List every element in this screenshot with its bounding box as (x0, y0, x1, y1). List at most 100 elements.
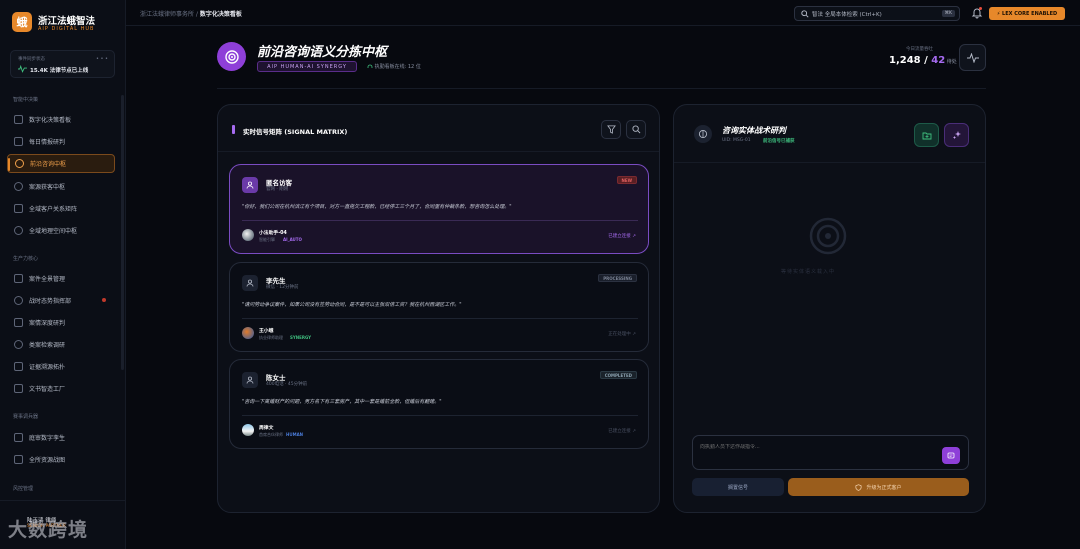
breadcrumb-current: 数字化决策看板 (199, 11, 242, 18)
sidebar-item-label: 案情深度研判 (29, 320, 66, 327)
notification-dot (979, 7, 982, 10)
global-search[interactable]: 智法 全局本体检索 (Ctrl+K) ⌘K (794, 6, 960, 21)
globe-icon (14, 226, 23, 235)
send-button[interactable] (942, 447, 960, 464)
sidebar-item-case-analysis[interactable]: 案情深度研判 (7, 313, 115, 332)
status-badge: COMPLETED (599, 371, 637, 379)
capture-status: 前沿信号已捕获 (763, 139, 795, 144)
sync-dots: • • • (95, 56, 108, 62)
sidebar-item-cases[interactable]: 案件全景管理 (7, 269, 115, 288)
radar-icon (14, 182, 23, 191)
sidebar-item-label: 全域客户关系矩阵 (29, 206, 78, 213)
clipboard-icon (14, 274, 23, 283)
entity-uid: UID: MSG-01 (722, 138, 751, 143)
shelve-signal-button[interactable]: 搁置信号 (692, 478, 784, 496)
brand-subtitle: AIP DIGITAL HUB (38, 26, 95, 32)
agent-role: 首席合伙律师 (259, 432, 283, 437)
agent-tag: HUMAN (286, 432, 304, 437)
signal-matrix-title: 实时信号矩阵 (SIGNAL MATRIX) (243, 128, 348, 136)
ai-sparkle-button[interactable] (944, 123, 969, 147)
strategy-title: 咨询实体战术研判 (722, 126, 786, 135)
avatar (242, 424, 254, 436)
connection-link[interactable]: 正在处理中 ↗ (608, 331, 636, 337)
lightning-icon (14, 318, 23, 327)
avatar (242, 327, 254, 339)
user-icon (242, 177, 258, 193)
traffic-main: 1,248 (889, 55, 921, 66)
sidebar-scrollbar[interactable] (121, 95, 124, 370)
sidebar-item-label: 每日情报研判 (29, 139, 66, 146)
header-divider (217, 88, 986, 89)
message-icon (947, 452, 955, 458)
brain-icon (694, 125, 712, 143)
sidebar-item-label: 全所资源战图 (29, 457, 66, 464)
agent-name: 王小蛾 (259, 329, 274, 334)
breadcrumb: 浙江法蛾律师事务所 / 数字化决策看板 (140, 9, 242, 18)
shield-icon (14, 204, 23, 213)
search-input[interactable]: 智法 全局本体检索 (Ctrl+K) (812, 10, 882, 18)
sidebar-item-evidence[interactable]: 证据溯源拓扑 (7, 357, 115, 376)
folder-plus-icon (922, 132, 931, 139)
sidebar: 蛾 浙江法蛾智法 AIP DIGITAL HUB 事件同步状态 • • • 15… (0, 0, 126, 549)
sidebar-item-label: 类案检索调研 (29, 342, 66, 349)
card-divider (242, 415, 638, 416)
activity-button[interactable] (959, 44, 986, 71)
card-divider (242, 318, 638, 319)
traffic-value: 1,248 / 42 待处 (889, 55, 957, 66)
core-enabled-badge[interactable]: ⚡ LEX CORE ENABLED (989, 7, 1065, 20)
synergy-badge: AIP HUMAN-AI SYNERGY (257, 61, 357, 72)
shield-check-icon (856, 483, 862, 491)
target-icon (15, 159, 24, 168)
sync-status-card: 事件同步状态 • • • 15.4K 法律节点已上线 (10, 50, 115, 78)
sidebar-item-trial-twin[interactable]: 庭审数字孪生 (7, 428, 115, 447)
connection-link[interactable]: 已建立连接 ↗ (608, 233, 636, 239)
sidebar-item-case-search[interactable]: 类案检索调研 (7, 335, 115, 354)
agent-role: 智能引擎 (259, 237, 275, 242)
sync-label: 事件同步状态 (18, 57, 45, 62)
search-button[interactable] (626, 120, 646, 139)
document-icon (14, 384, 23, 393)
command-input-box[interactable] (692, 435, 969, 470)
search-icon (631, 125, 640, 134)
command-input[interactable] (700, 444, 940, 450)
agent-tag: SYNERGY (290, 335, 312, 340)
sidebar-item-doc-factory[interactable]: 文书智造工厂 (7, 379, 115, 398)
message-quote: "你好，我们公司在杭州滨江有个项目，对方一直拖欠工程款，已经停工三个月了，合同里… (242, 204, 512, 210)
signal-card[interactable]: 李先生 微信 · 12分钟前 PROCESSING "请问劳动争议案件，如果公司… (229, 262, 649, 352)
traffic-pending: 42 (931, 55, 946, 66)
connection-link[interactable]: 已建立连接 ↗ (608, 428, 636, 434)
breadcrumb-parent[interactable]: 浙江法蛾律师事务所 / (140, 11, 198, 18)
sidebar-item-consult-hub[interactable]: 前沿咨询中枢 (7, 154, 115, 173)
sidebar-item-crm[interactable]: 全域客户关系矩阵 (7, 199, 115, 218)
visitor-meta: 400电话 · 45分钟前 (266, 382, 308, 387)
sidebar-item-daily-intel[interactable]: 每日情报研判 (7, 132, 115, 151)
avatar (242, 229, 254, 241)
agent-name: 周律文 (259, 426, 274, 431)
sparkle-icon (952, 131, 961, 139)
alert-dot (102, 298, 106, 302)
archive-button[interactable] (914, 123, 939, 147)
section-label-decision: 智能中决策 (13, 97, 39, 103)
brand[interactable]: 蛾 浙江法蛾智法 AIP DIGITAL HUB (12, 12, 122, 38)
user-icon (242, 275, 258, 291)
upgrade-label: 升级为正式客户 (866, 484, 902, 491)
headset-icon (367, 64, 373, 68)
upgrade-client-button[interactable]: 升级为正式客户 (788, 478, 969, 496)
agent-role: 执业律师助理 (259, 335, 283, 340)
sidebar-item-label: 战时态势指挥部 (29, 298, 72, 305)
signal-card[interactable]: 陈女士 400电话 · 45分钟前 COMPLETED "咨询一下离婚财产的问题… (229, 359, 649, 449)
sidebar-item-dashboard[interactable]: 数字化决策看板 (7, 110, 115, 129)
sidebar-item-geo[interactable]: 全域地理空间中枢 (7, 221, 115, 240)
strategy-panel: 咨询实体战术研判 UID: MSG-01 前沿信号已捕获 等待实体语义载入中 搁… (673, 104, 986, 513)
sidebar-item-label: 案源获客中枢 (29, 184, 66, 191)
signal-card[interactable]: 匿名访客 官网 · 刚刚 NEW "你好，我们公司在杭州滨江有个项目，对方一直拖… (229, 164, 649, 254)
sidebar-item-war-room[interactable]: 战时态势指挥部 (7, 291, 115, 310)
pulse-icon (18, 65, 27, 73)
sidebar-item-resource-map[interactable]: 全所资源战图 (7, 450, 115, 469)
filter-button[interactable] (601, 120, 621, 139)
sidebar-item-lead-hub[interactable]: 案源获客中枢 (7, 177, 115, 196)
sidebar-item-label: 文书智造工厂 (29, 386, 66, 393)
calendar-icon (14, 137, 23, 146)
panel-divider (674, 162, 985, 163)
target-icon (809, 217, 847, 255)
